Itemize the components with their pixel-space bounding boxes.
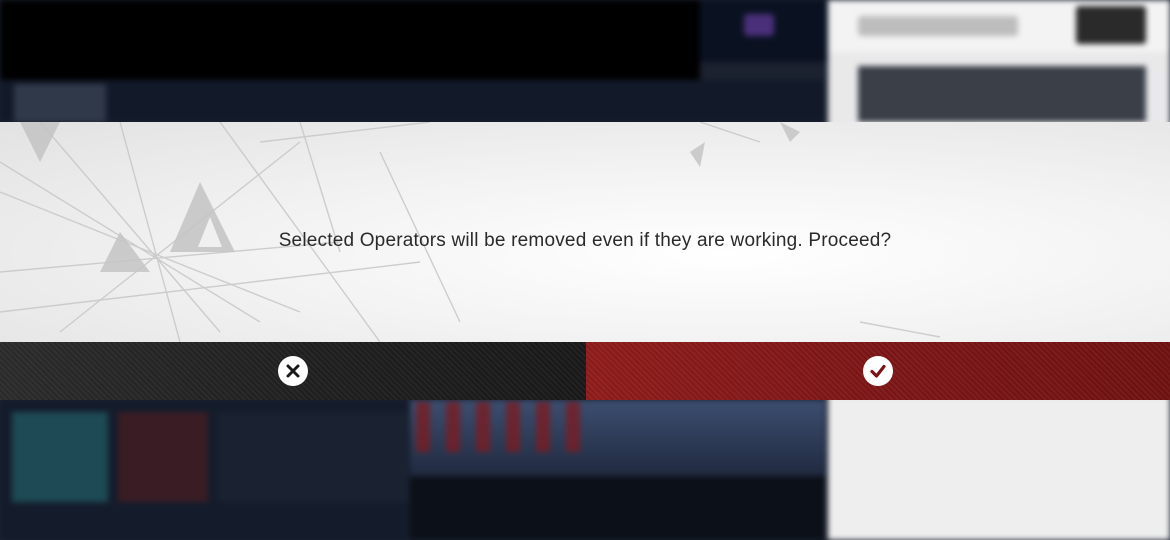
dialog-message: Selected Operators will be removed even … bbox=[278, 230, 892, 251]
confirm-dialog: Selected Operators will be removed even … bbox=[0, 122, 1170, 342]
close-icon bbox=[278, 356, 308, 386]
facility-tile bbox=[12, 412, 108, 502]
right-panel-lower bbox=[828, 400, 1170, 540]
confirm-button[interactable] bbox=[586, 342, 1170, 400]
check-icon bbox=[863, 356, 893, 386]
menu-icon bbox=[744, 14, 774, 36]
cancel-button[interactable] bbox=[0, 342, 586, 400]
right-panel-title bbox=[858, 16, 1018, 36]
facility-tile bbox=[118, 412, 208, 502]
scene-figures bbox=[416, 402, 596, 452]
left-panel bbox=[0, 80, 825, 122]
top-bar bbox=[0, 0, 700, 80]
operator-slot bbox=[14, 84, 106, 122]
operator-card bbox=[858, 66, 1146, 122]
facility-tile bbox=[218, 412, 408, 502]
right-panel-button bbox=[1076, 6, 1146, 44]
